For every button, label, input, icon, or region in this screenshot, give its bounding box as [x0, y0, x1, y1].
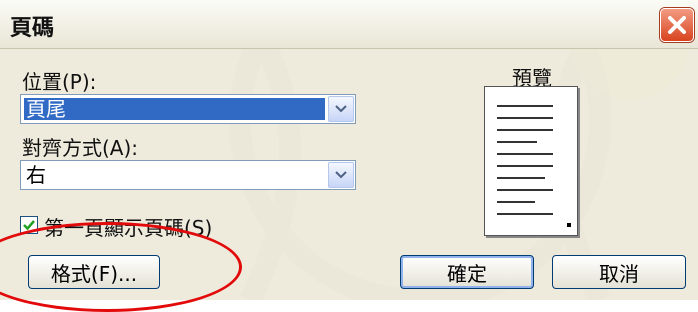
- ok-button[interactable]: 確定: [400, 255, 534, 289]
- alignment-dropdown-button[interactable]: [328, 162, 354, 188]
- page-number-dialog: 頁碼 位置(P): 頁尾 對齊方式(A): 右 第一頁顯示頁碼(S) 預覽 格式…: [0, 0, 698, 312]
- position-label: 位置(P):: [22, 70, 97, 94]
- dropdown-arrow-icon: [335, 171, 347, 179]
- alignment-label: 對齊方式(A):: [22, 136, 139, 160]
- alignment-select[interactable]: 右: [20, 160, 356, 190]
- dropdown-arrow-icon: [335, 105, 347, 113]
- position-dropdown-button[interactable]: [328, 96, 354, 122]
- position-select[interactable]: 頁尾: [20, 94, 356, 124]
- preview-page: [484, 86, 578, 236]
- alignment-value: 右: [26, 163, 46, 187]
- close-icon: [668, 16, 686, 34]
- cancel-button[interactable]: 取消: [552, 255, 686, 289]
- dialog-title: 頁碼: [10, 16, 55, 41]
- page-number-marker: [567, 223, 571, 227]
- position-value: 頁尾: [24, 98, 325, 120]
- title-bar: 頁碼: [0, 0, 698, 49]
- close-button[interactable]: [660, 8, 694, 42]
- highlight-annotation: [0, 222, 242, 312]
